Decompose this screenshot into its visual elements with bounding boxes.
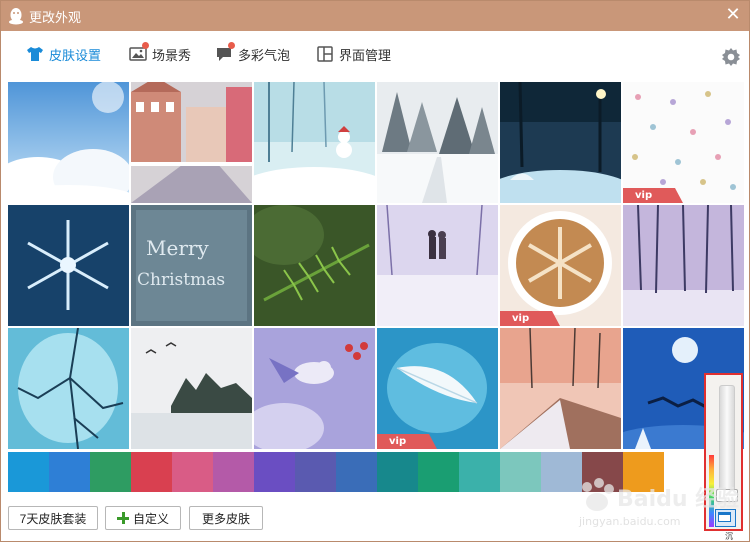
color-swatch[interactable] bbox=[623, 452, 664, 492]
lake-birds-winter-image bbox=[131, 328, 252, 449]
title-bar: 更改外观 ✕ bbox=[1, 1, 749, 31]
color-swatch[interactable] bbox=[8, 452, 49, 492]
skin-thumbnail[interactable] bbox=[623, 205, 744, 326]
vip-badge: vip bbox=[623, 188, 683, 203]
purple-forest-image bbox=[623, 205, 744, 326]
more-skins-button[interactable]: 更多皮肤 bbox=[189, 506, 263, 530]
color-swatch[interactable] bbox=[500, 452, 541, 492]
picture-icon bbox=[129, 42, 149, 63]
skin-thumbnail[interactable] bbox=[500, 82, 621, 203]
color-swatch[interactable] bbox=[254, 452, 295, 492]
tab-skin-settings[interactable]: 皮肤设置 bbox=[26, 43, 101, 65]
winter-town-street-image bbox=[131, 82, 252, 203]
skin-thumbnail[interactable]: vip bbox=[377, 328, 498, 449]
new-badge bbox=[142, 42, 149, 49]
color-swatch[interactable] bbox=[418, 452, 459, 492]
tab-label: 多彩气泡 bbox=[238, 48, 291, 64]
corner-text: 沉 bbox=[725, 532, 733, 541]
color-swatch[interactable] bbox=[213, 452, 254, 492]
svg-text:Merry: Merry bbox=[146, 236, 209, 260]
custom-skin-button[interactable]: 自定义 bbox=[105, 506, 181, 530]
bird-berries-image bbox=[254, 328, 375, 449]
window-title: 更改外观 bbox=[29, 11, 82, 26]
skin-thumbnail[interactable] bbox=[377, 82, 498, 203]
transparency-slider-track[interactable] bbox=[719, 385, 735, 497]
color-swatch[interactable] bbox=[49, 452, 90, 492]
skin-thumbnail[interactable] bbox=[500, 328, 621, 449]
couple-snow-walk-image bbox=[377, 205, 498, 326]
custom-skin-label: 自定义 bbox=[132, 511, 169, 526]
skin-thumbnail[interactable]: vip bbox=[500, 205, 621, 326]
color-swatch[interactable] bbox=[295, 452, 336, 492]
vip-badge: vip bbox=[377, 434, 437, 449]
snowman-forest-image bbox=[254, 82, 375, 203]
pine-branch-image bbox=[254, 205, 375, 326]
skin-thumbnail[interactable]: Merry Christmas bbox=[131, 205, 252, 326]
tshirt-icon bbox=[27, 47, 43, 61]
close-button[interactable]: ✕ bbox=[723, 5, 743, 25]
blue-snowflake-image bbox=[8, 205, 129, 326]
white-feather-image bbox=[377, 328, 498, 449]
color-swatch[interactable] bbox=[459, 452, 500, 492]
color-swatch[interactable] bbox=[172, 452, 213, 492]
blue-branches-image bbox=[8, 328, 129, 449]
qq-penguin-icon bbox=[9, 8, 23, 25]
latte-snowflake-image bbox=[500, 205, 621, 326]
boardwalk-trees-image bbox=[500, 328, 621, 449]
night-umbrella-lamp-image bbox=[500, 82, 621, 203]
skin-thumbnail[interactable] bbox=[254, 205, 375, 326]
sky-clouds-image bbox=[8, 82, 129, 203]
color-swatch[interactable] bbox=[582, 452, 623, 492]
color-swatch[interactable] bbox=[541, 452, 582, 492]
skin-thumbnail[interactable]: vip bbox=[623, 82, 744, 203]
tab-label: 界面管理 bbox=[339, 48, 392, 64]
tab-label: 皮肤设置 bbox=[49, 48, 102, 64]
skin-thumbnail[interactable] bbox=[131, 82, 252, 203]
gear-icon[interactable] bbox=[721, 47, 741, 67]
skin-grid: vip Merry Christmas vip vip bbox=[8, 82, 748, 452]
snowy-trees-road-image bbox=[377, 82, 498, 203]
color-swatch[interactable] bbox=[131, 452, 172, 492]
color-swatch[interactable] bbox=[90, 452, 131, 492]
layout-icon bbox=[317, 46, 333, 62]
tab-color-bubble[interactable]: 多彩气泡 bbox=[215, 42, 291, 65]
vip-badge: vip bbox=[500, 311, 560, 326]
color-palette bbox=[8, 452, 708, 492]
skin-thumbnail[interactable] bbox=[254, 82, 375, 203]
tab-label: 场景秀 bbox=[152, 48, 192, 64]
plus-icon bbox=[116, 512, 129, 524]
change-appearance-window: 更改外观 ✕ 皮肤设置 场景秀 多彩气泡 界面管理 vip Merry Chri… bbox=[0, 0, 750, 542]
svg-text:Christmas: Christmas bbox=[137, 270, 225, 290]
new-badge bbox=[228, 42, 235, 49]
tab-bar: 皮肤设置 场景秀 多彩气泡 界面管理 bbox=[1, 31, 749, 77]
seven-day-skin-set-button[interactable]: 7天皮肤套装 bbox=[8, 506, 98, 530]
color-swatch[interactable] bbox=[336, 452, 377, 492]
tab-scene-show[interactable]: 场景秀 bbox=[129, 42, 192, 65]
skin-thumbnail[interactable] bbox=[8, 328, 129, 449]
tab-ui-management[interactable]: 界面管理 bbox=[316, 43, 391, 65]
bottom-bar: 7天皮肤套装 自定义 更多皮肤 bbox=[1, 493, 749, 541]
skin-thumbnail[interactable] bbox=[8, 82, 129, 203]
skin-thumbnail[interactable] bbox=[131, 328, 252, 449]
skin-thumbnail[interactable] bbox=[8, 205, 129, 326]
skin-thumbnail[interactable] bbox=[377, 205, 498, 326]
snowflake-pattern-image bbox=[623, 82, 744, 203]
skin-thumbnail[interactable] bbox=[254, 328, 375, 449]
color-swatch[interactable] bbox=[377, 452, 418, 492]
chat-bubble-icon bbox=[215, 42, 235, 63]
merry-christmas-frost-image: Merry Christmas bbox=[131, 205, 252, 326]
